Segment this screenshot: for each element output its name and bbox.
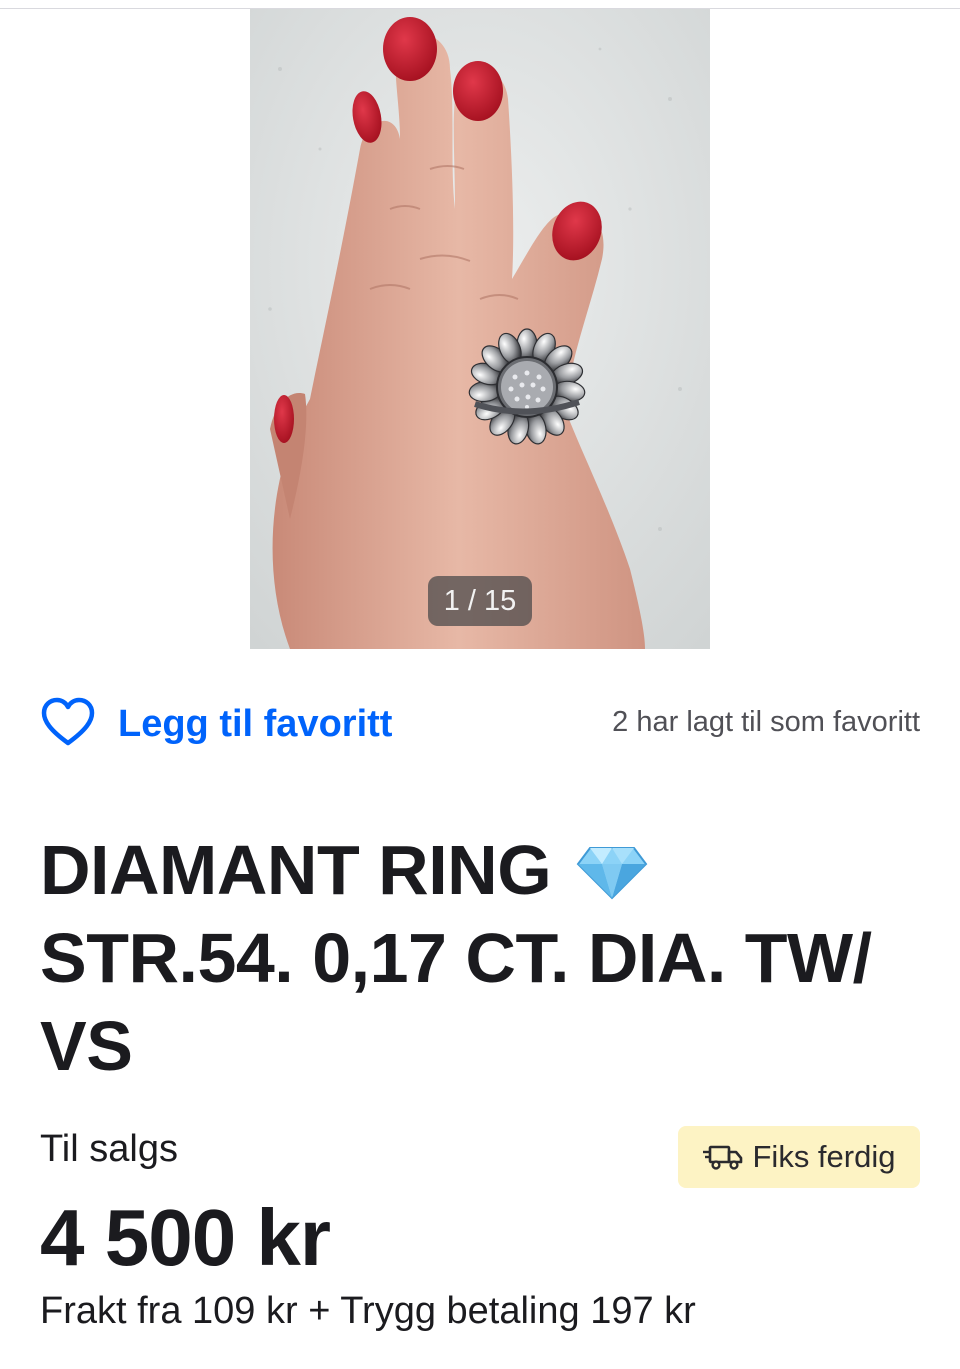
add-favorite-button[interactable]: Legg til favoritt [40, 692, 392, 756]
listing-status: Til salgs [40, 1128, 178, 1170]
listing-title-main: DIAMANT RING [40, 831, 552, 909]
shipping-badge: Fiks ferdig [678, 1126, 920, 1188]
shipping-info: Frakt fra 109 kr + Trygg betaling 197 kr [40, 1290, 696, 1332]
favorite-count: 2 har lagt til som favoritt [612, 706, 920, 738]
listing-title: DIAMANT RING STR.54. 0,17 CT. DIA. TW/ V… [40, 826, 910, 1090]
favorite-row: Legg til favoritt 2 har lagt til som fav… [40, 692, 920, 762]
truck-icon [702, 1145, 742, 1170]
image-gallery[interactable] [250, 9, 710, 649]
listing-photo[interactable] [250, 9, 710, 649]
image-counter: 1 / 15 [428, 576, 532, 626]
gem-icon [576, 847, 648, 900]
shipping-badge-label: Fiks ferdig [752, 1139, 896, 1174]
listing-title-details: STR.54. 0,17 CT. DIA. TW/ VS [40, 919, 872, 1085]
add-favorite-label: Legg til favoritt [118, 702, 393, 745]
listing-price: 4 500 kr [40, 1193, 331, 1282]
heart-icon [41, 697, 95, 746]
